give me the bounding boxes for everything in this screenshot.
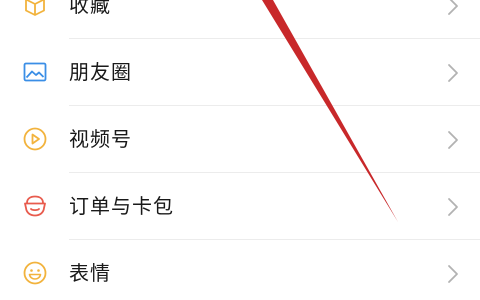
cube-icon (22, 0, 48, 18)
menu-item-label: 表情 (69, 261, 111, 285)
picture-icon (22, 59, 48, 85)
menu-item-moments[interactable]: 朋友圈 (0, 39, 480, 106)
menu-item-label: 朋友圈 (69, 60, 132, 84)
chevron-right-icon (446, 63, 460, 83)
wallet-face-icon (22, 193, 48, 219)
menu-item-label: 订单与卡包 (69, 194, 174, 218)
menu-item-channels[interactable]: 视频号 (0, 106, 480, 173)
menu-item-stickers[interactable]: 表情 (0, 240, 480, 300)
chevron-right-icon (446, 130, 460, 150)
menu-item-orders-cards[interactable]: 订单与卡包 (0, 173, 480, 240)
chevron-right-icon (446, 264, 460, 284)
menu-item-label: 收藏 (69, 0, 111, 17)
play-circle-icon (22, 126, 48, 152)
menu-item-label: 视频号 (69, 127, 132, 151)
menu-item-favorites[interactable]: 收藏 (0, 0, 480, 39)
chevron-right-icon (446, 0, 460, 16)
menu-list: 收藏 朋友圈 视频号 订单与卡包 表情 (0, 0, 480, 300)
chevron-right-icon (446, 197, 460, 217)
me-menu-screen: 收藏 朋友圈 视频号 订单与卡包 表情 (0, 0, 480, 300)
smile-icon (22, 260, 48, 286)
